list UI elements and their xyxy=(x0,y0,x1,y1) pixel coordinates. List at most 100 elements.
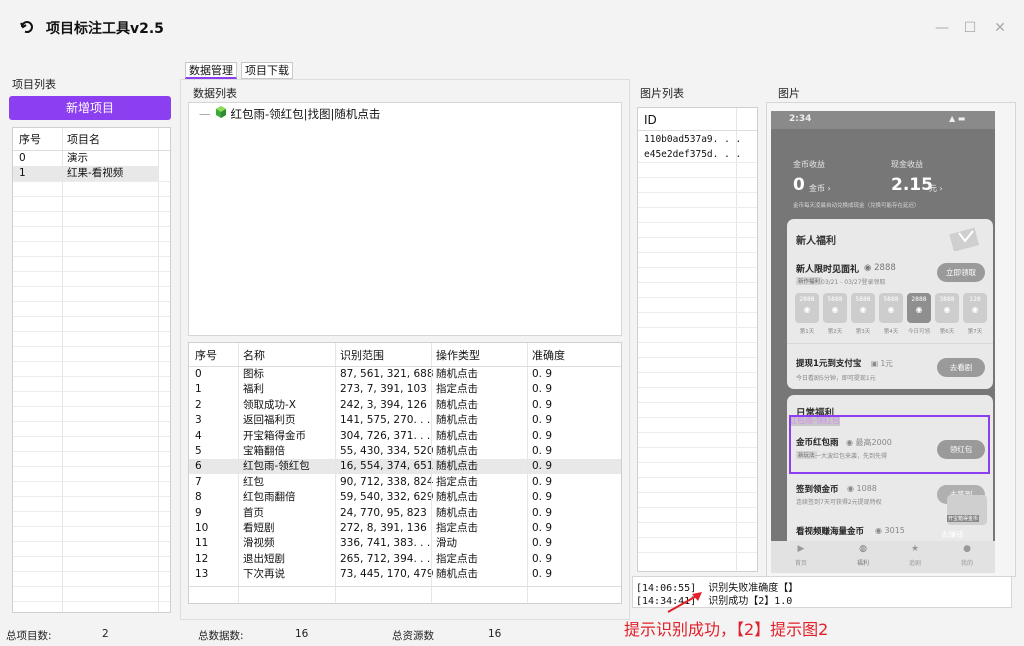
nav-me[interactable]: 我的 xyxy=(957,558,977,567)
cell-idx: 4 xyxy=(195,429,202,442)
cell-name: 红包 xyxy=(243,475,264,488)
check-in-day[interactable]: 2888 ◉ xyxy=(795,293,819,323)
table-header: 序号 项目名 xyxy=(13,130,170,149)
watch-drama-button[interactable]: 去看剧 xyxy=(937,358,985,377)
day-coins: 2888 xyxy=(799,296,815,303)
profile-icon[interactable]: ● xyxy=(957,544,977,554)
total-resources-value: 16 xyxy=(488,628,502,640)
list-item[interactable]: 0 演示 xyxy=(13,151,170,166)
claim-now-button[interactable]: 立即领取 xyxy=(937,263,985,282)
table-row[interactable]: 3 返回福利页 141, 575, 270. . . 随机点击 0. 9 xyxy=(189,413,621,428)
nav-welfare[interactable]: 福利 xyxy=(853,558,873,567)
table-row[interactable]: 0 图标 87, 561, 321, 688 随机点击 0. 9 xyxy=(189,367,621,382)
table-row[interactable]: 6 红包雨-领红包 16, 554, 374, 651 随机点击 0. 9 xyxy=(189,459,621,475)
video-task-title: 看视频赚海量金币 xyxy=(796,527,865,537)
check-in-day[interactable]: 128 ◉ xyxy=(963,293,987,323)
maximize-icon[interactable]: ☐ xyxy=(958,16,982,40)
cell-op: 随机点击 xyxy=(436,568,478,581)
cell-op: 随机点击 xyxy=(436,506,478,519)
total-resources-label: 总资源数 xyxy=(392,630,434,642)
tab-project-download[interactable]: 项目下载 xyxy=(241,62,293,79)
cell-range: 336, 741, 383. . . xyxy=(340,537,431,550)
cell-range: 141, 575, 270. . . xyxy=(340,414,431,427)
cell-idx: 10 xyxy=(195,522,209,534)
table-row[interactable]: 13 下次再说 73, 445, 170, 479 随机点击 0. 9 xyxy=(189,567,621,582)
cell-idx: 2 xyxy=(195,398,202,411)
day-label: 第3天 xyxy=(855,329,871,335)
cell-op: 随机点击 xyxy=(436,414,478,427)
redpack-title: 金币红包雨 xyxy=(796,438,839,448)
tab-data-management[interactable]: 数据管理 xyxy=(185,62,237,79)
project-list-label: 项目列表 xyxy=(12,78,56,91)
close-icon[interactable]: ✕ xyxy=(988,16,1012,40)
data-list-label: 数据列表 xyxy=(193,87,237,100)
table-row[interactable]: 12 退出短剧 265, 712, 394. . . 指定点击 0. 9 xyxy=(189,552,621,567)
table-row[interactable]: 11 滑视频 336, 741, 383. . . 滑动 0. 9 xyxy=(189,536,621,551)
cell-name: 退出短剧 xyxy=(243,552,285,565)
tree-item-label: 红包雨-领红包|找图|随机点击 xyxy=(230,106,381,121)
daily-gift-coins-value: 2888 xyxy=(874,263,896,273)
table-row[interactable]: 2 领取成功-X 242, 3, 394, 126 随机点击 0. 9 xyxy=(189,398,621,413)
cell-idx: 7 xyxy=(195,475,202,488)
add-project-button[interactable]: 新增项目 xyxy=(9,96,171,120)
table-row[interactable]: 8 红包雨翻倍 59, 540, 332, 629 随机点击 0. 9 xyxy=(189,490,621,505)
cell-name: 看短剧 xyxy=(243,522,275,534)
cell-range: 242, 3, 394, 126 xyxy=(340,398,427,411)
redpack-max-value: 最高2000 xyxy=(855,438,892,447)
nav-drama[interactable]: 追剧 xyxy=(905,558,925,567)
cell-range: 73, 445, 170, 479 xyxy=(340,568,434,581)
table-row[interactable]: 10 看短剧 272, 8, 391, 136 指定点击 0. 9 xyxy=(189,521,621,536)
table-row[interactable]: 7 红包 90, 712, 338, 824 指定点击 0. 9 xyxy=(189,475,621,490)
cell-op: 随机点击 xyxy=(436,368,478,380)
list-item[interactable]: e45e2def375d. . . xyxy=(638,147,757,162)
annotation-arrow-icon xyxy=(667,592,702,613)
video-coins-value: 3015 xyxy=(884,526,905,535)
cell-acc: 0. 9 xyxy=(532,475,553,488)
table-row[interactable]: 4 开宝箱得金币 304, 726, 371. . . 随机点击 0. 9 xyxy=(189,429,621,444)
row-index: 1 xyxy=(19,167,26,179)
get-redpack-button[interactable]: 领红包 xyxy=(937,440,985,459)
column-header: 序号 xyxy=(19,133,41,146)
check-in-day[interactable]: 3888 ◉ xyxy=(935,293,959,323)
star-icon[interactable]: ★ xyxy=(905,544,925,554)
column-header: 识别范围 xyxy=(340,349,384,362)
check-in-day[interactable]: 5888 ◉ xyxy=(823,293,847,323)
tree-item[interactable]: — 红包雨-领红包|找图|随机点击 xyxy=(199,105,380,122)
minimize-icon[interactable]: — xyxy=(930,16,954,40)
check-in-days: 2888 ◉ 第1天 5888 ◉ 第2天 5888 ◉ 第3天 5888 ◉ 第4天 2888 ◉ 今日可… xyxy=(795,293,991,339)
coin-icon: ◉ xyxy=(915,305,923,314)
cell-range: 272, 8, 391, 136 xyxy=(340,522,427,534)
coin-icon: ◉ xyxy=(803,305,811,314)
withdraw-amount: ▣ 1元 xyxy=(871,359,893,368)
home-icon[interactable]: ▶ xyxy=(791,544,811,554)
table-row[interactable]: 9 首页 24, 770, 95, 823 随机点击 0. 9 xyxy=(189,506,621,521)
image-id-table: ID 110b0ad537a9. . . e45e2def375d. . . xyxy=(637,107,758,572)
earn-button[interactable]: 去赚钱 xyxy=(941,529,964,540)
day-coins: 2888 xyxy=(911,296,927,303)
cell-acc: 0. 9 xyxy=(532,568,553,581)
phone-time: 2:34 xyxy=(789,114,812,124)
welfare-icon[interactable]: ◍ xyxy=(853,544,873,554)
coin-icon: ◉ xyxy=(887,305,895,314)
table-header: 序号 名称 识别范围 操作类型 准确度 xyxy=(189,346,621,365)
cell-idx: 11 xyxy=(195,537,209,550)
cell-name: 下次再说 xyxy=(243,568,285,581)
row-name: 红果-看视频 xyxy=(67,167,124,179)
cell-op: 指定点击 xyxy=(436,383,478,396)
cell-op: 随机点击 xyxy=(436,398,478,411)
day-coins: 5888 xyxy=(827,296,843,303)
check-in-day[interactable]: 5888 ◉ xyxy=(851,293,875,323)
check-in-day[interactable]: 2888 ◉ xyxy=(907,293,931,323)
cell-range: 16, 554, 374, 651 xyxy=(340,460,434,473)
day-coins: 5888 xyxy=(855,296,871,303)
signin-coins: ◉ 1088 xyxy=(847,484,877,493)
nav-home[interactable]: 首页 xyxy=(791,558,811,567)
list-item[interactable]: 110b0ad537a9. . . xyxy=(638,132,757,147)
list-item[interactable]: 1 红果-看视频 xyxy=(13,166,158,181)
newbie-title: 新人福利 xyxy=(796,236,836,247)
check-in-day[interactable]: 5888 ◉ xyxy=(879,293,903,323)
total-projects-value: 2 xyxy=(102,628,109,640)
column-header: 名称 xyxy=(243,349,265,362)
table-row[interactable]: 5 宝箱翻倍 55, 430, 334, 520 随机点击 0. 9 xyxy=(189,444,621,459)
table-row[interactable]: 1 福利 273, 7, 391, 103 指定点击 0. 9 xyxy=(189,382,621,397)
